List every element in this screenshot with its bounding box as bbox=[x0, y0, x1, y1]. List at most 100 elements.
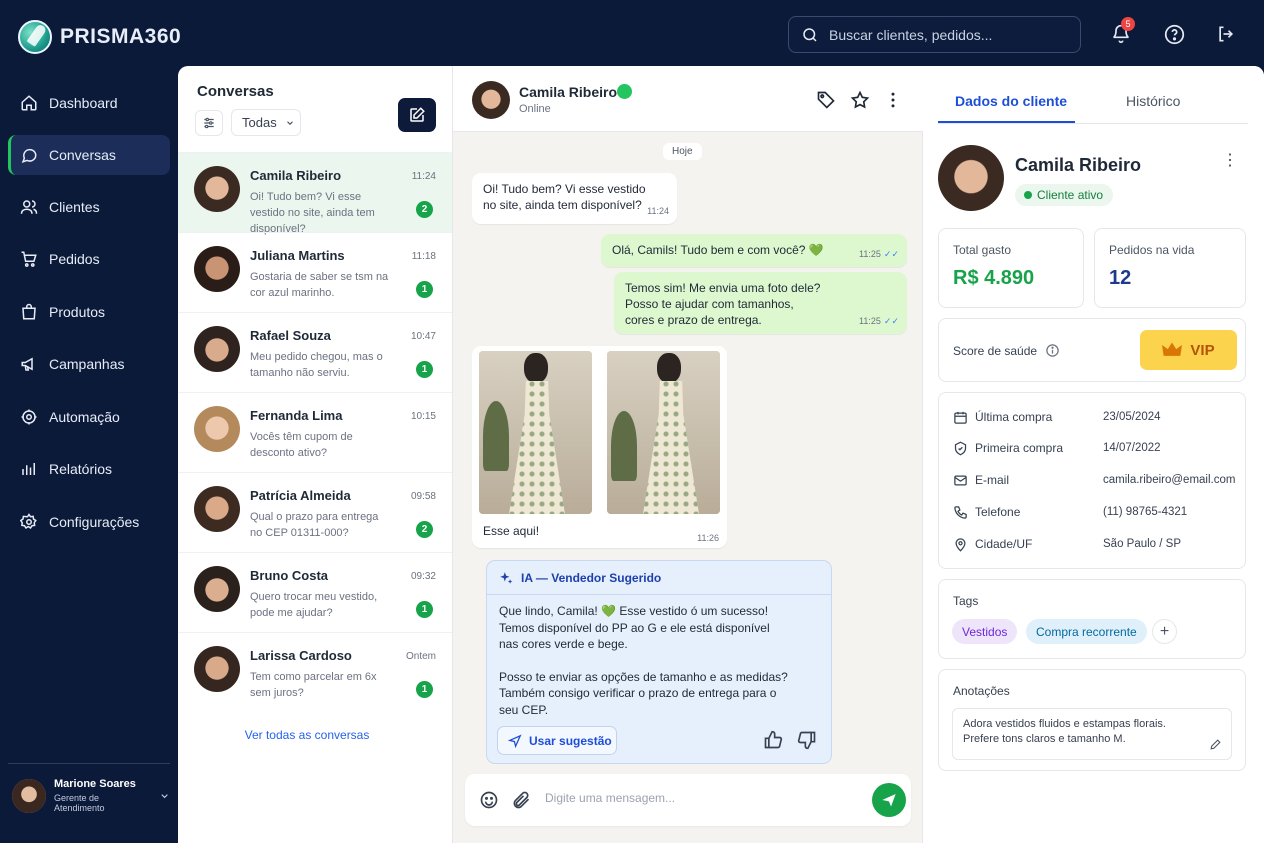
read-checks-icon: ✓✓ bbox=[883, 316, 899, 326]
gear-icon bbox=[20, 513, 37, 530]
tag-chip[interactable]: Compra recorrente bbox=[1026, 619, 1147, 644]
user-role: Gerente de Atendimento bbox=[54, 793, 105, 813]
tag-chip[interactable]: Vestidos bbox=[952, 619, 1018, 644]
nav-label: Automação bbox=[49, 409, 120, 425]
shield-icon bbox=[954, 441, 967, 455]
send-icon bbox=[882, 794, 896, 807]
nav-item-conversas[interactable]: Conversas bbox=[8, 135, 170, 175]
nav-label: Dashboard bbox=[49, 95, 118, 111]
conversation-item[interactable]: Bruno Costa 09:32 Quero trocar meu vesti… bbox=[178, 552, 452, 632]
compose-icon bbox=[410, 107, 425, 122]
edit-icon[interactable] bbox=[1209, 738, 1222, 751]
nav-label: Campanhas bbox=[49, 356, 125, 372]
message-bubble-outgoing: Temos sim! Me envia uma foto dele? Posso… bbox=[614, 272, 907, 334]
nav-item-configuracoes[interactable]: Configurações bbox=[8, 502, 170, 542]
conversation-filter-select[interactable]: Todas bbox=[231, 109, 301, 136]
dress-photo-front[interactable] bbox=[479, 351, 592, 514]
use-suggestion-label: Usar sugestão bbox=[529, 733, 612, 748]
nav-label: Relatórios bbox=[49, 461, 113, 477]
notifications-button[interactable]: 5 bbox=[1109, 17, 1135, 46]
app-logo[interactable]: PRISMA360 bbox=[18, 20, 181, 54]
nav-label: Configurações bbox=[49, 514, 140, 530]
message-time: 10:15 bbox=[410, 411, 436, 422]
message-time: 10:47 bbox=[410, 331, 436, 342]
message-preview: Qual o prazo para entrega no CEP 01311-0… bbox=[250, 511, 379, 539]
message-text: Posso te ajudar com tamanhos, bbox=[625, 297, 794, 311]
tag-icon[interactable] bbox=[816, 90, 836, 110]
contact-name: Bruno Costa bbox=[250, 568, 328, 583]
automation-icon bbox=[21, 409, 37, 425]
more-options-icon[interactable]: ⋮ bbox=[1222, 150, 1238, 170]
help-button[interactable] bbox=[1162, 22, 1186, 46]
tab-customer-data[interactable]: Dados do cliente bbox=[955, 93, 1067, 109]
search-icon bbox=[803, 27, 817, 42]
thumbs-up-icon[interactable] bbox=[763, 730, 783, 750]
contact-avatar bbox=[194, 566, 240, 612]
message-time: Ontem bbox=[405, 651, 436, 662]
chat-panel: Camila Ribeiro Online Hoje Oi! Tudo bem?… bbox=[453, 66, 923, 843]
sidebar-divider bbox=[8, 763, 170, 764]
see-all-conversations-link[interactable]: Ver todas as conversas bbox=[178, 728, 436, 742]
info-icon[interactable] bbox=[1045, 343, 1060, 358]
nav-label: Pedidos bbox=[49, 251, 100, 267]
search-bar[interactable] bbox=[788, 16, 1081, 53]
notes-text-area[interactable]: Adora vestidos fluidos e estampas florai… bbox=[952, 708, 1232, 760]
ai-suggestion-title: IA — Vendedor Sugerido bbox=[521, 570, 662, 585]
new-conversation-button[interactable] bbox=[398, 98, 436, 132]
conversation-item[interactable]: Larissa Cardoso Ontem Tem como parcelar … bbox=[178, 632, 452, 712]
info-value[interactable]: (11) 98765-4321 bbox=[1103, 506, 1187, 518]
logout-button[interactable] bbox=[1214, 22, 1238, 46]
dress-photo-back[interactable] bbox=[607, 351, 720, 514]
message-input[interactable] bbox=[545, 791, 845, 805]
nav-item-dashboard[interactable]: Dashboard bbox=[8, 83, 170, 123]
customer-avatar bbox=[938, 145, 1004, 211]
message-meta: 11:25 ✓✓ bbox=[859, 246, 899, 262]
message-meta: 11:25 ✓✓ bbox=[859, 313, 899, 329]
unread-badge: 2 bbox=[416, 521, 433, 538]
contact-name: Rafael Souza bbox=[250, 328, 331, 343]
conversation-item[interactable]: Fernanda Lima 10:15 Vocês têm cupom de d… bbox=[178, 392, 452, 472]
nav-item-campanhas[interactable]: Campanhas bbox=[8, 344, 170, 384]
emoji-icon[interactable] bbox=[479, 790, 499, 810]
conversation-item[interactable]: Camila Ribeiro 11:24 Oi! Tudo bem? Vi es… bbox=[178, 152, 452, 235]
nav-item-relatorios[interactable]: Relatórios bbox=[8, 449, 170, 489]
conversation-item[interactable]: Patrícia Almeida 09:58 Qual o prazo para… bbox=[178, 472, 452, 552]
info-label: Telefone bbox=[975, 505, 1021, 519]
user-menu[interactable]: Marione Soares Gerente de Atendimento bbox=[12, 778, 170, 813]
filter-button[interactable] bbox=[195, 110, 223, 136]
orders-card: Pedidos na vida 12 bbox=[1094, 228, 1246, 308]
sliders-icon bbox=[204, 117, 214, 129]
info-label: E-mail bbox=[975, 473, 1010, 487]
attach-icon[interactable] bbox=[511, 790, 531, 810]
nav-item-automacao[interactable]: Automação bbox=[8, 397, 170, 437]
megaphone-icon bbox=[21, 357, 33, 371]
search-input[interactable] bbox=[829, 26, 1059, 43]
add-tag-button[interactable]: + bbox=[1152, 619, 1177, 644]
send-button[interactable] bbox=[872, 783, 906, 817]
ai-text-line: seu CEP. bbox=[499, 702, 549, 717]
conversation-item[interactable]: Rafael Souza 10:47 Meu pedido chegou, ma… bbox=[178, 312, 452, 392]
note-line: Prefere tons claros e tamanho M. bbox=[963, 733, 1126, 745]
info-value[interactable]: camila.ribeiro@email.com bbox=[1103, 474, 1235, 486]
contact-avatar[interactable] bbox=[472, 81, 510, 119]
info-label: Última compra bbox=[975, 410, 1053, 424]
nav-item-clientes[interactable]: Clientes bbox=[8, 187, 170, 227]
conversation-item[interactable]: Juliana Martins 11:18 Gostaria de saber … bbox=[178, 232, 452, 312]
tags-label: Tags bbox=[953, 594, 979, 608]
send-arrow-icon bbox=[508, 733, 522, 748]
orders-value: 12 bbox=[1109, 267, 1132, 289]
message-bubble-outgoing: Olá, Camils! Tudo bem e com você? 💚 11:2… bbox=[601, 234, 907, 267]
info-value: São Paulo / SP bbox=[1103, 538, 1181, 550]
use-suggestion-button[interactable]: Usar sugestão bbox=[497, 726, 617, 755]
nav-item-produtos[interactable]: Produtos bbox=[8, 292, 170, 332]
ai-text-line: nas cores verde e bege. bbox=[499, 637, 628, 651]
more-options-icon[interactable] bbox=[883, 90, 903, 110]
contact-avatar bbox=[194, 646, 240, 692]
image-caption: Esse aqui! bbox=[483, 524, 540, 538]
tab-history[interactable]: Histórico bbox=[1126, 93, 1180, 109]
app-name: PRISMA360 bbox=[60, 25, 182, 48]
message-time: 09:58 bbox=[410, 491, 436, 502]
star-icon[interactable] bbox=[850, 90, 870, 110]
thumbs-down-icon[interactable] bbox=[797, 730, 817, 750]
nav-item-pedidos[interactable]: Pedidos bbox=[8, 239, 170, 279]
